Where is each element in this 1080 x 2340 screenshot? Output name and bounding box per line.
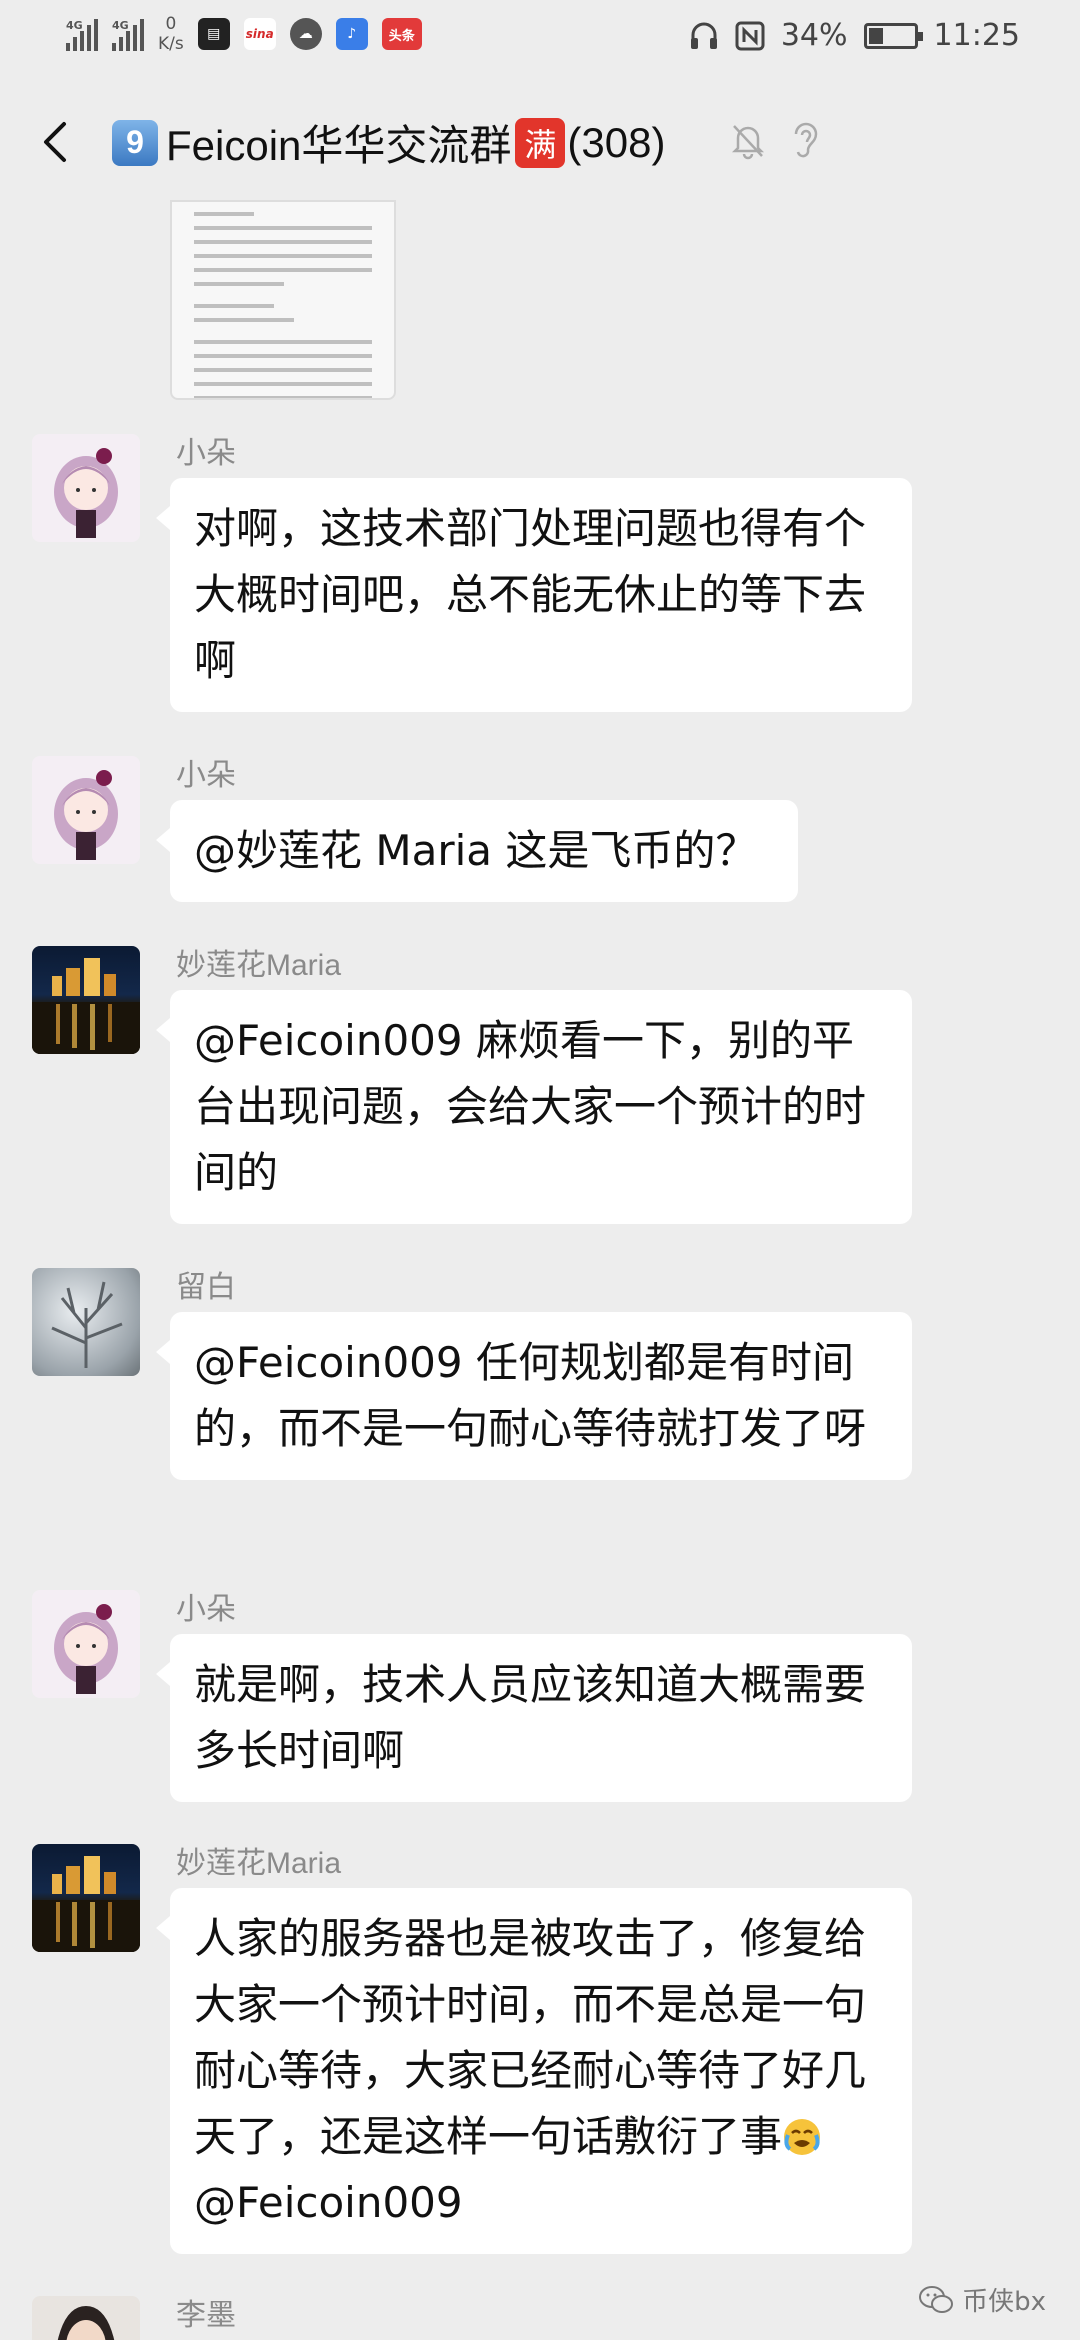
mute-bell-icon xyxy=(731,125,765,160)
clock: 11:25 xyxy=(933,18,1020,53)
sender-name: 留白 xyxy=(176,1271,236,1304)
message-bubble[interactable]: @Feicoin009 麻烦看一下，别的平台出现问题，会给大家一个预计的时间的 xyxy=(156,990,912,1224)
sender-name: 妙莲花Maria xyxy=(176,949,342,982)
ear-icon xyxy=(794,122,818,158)
sender-name: 小朵 xyxy=(176,759,236,792)
message-row: 小朵 就是啊，技术人员应该知道大概需要多长时间啊 xyxy=(0,1590,1080,1810)
keycap-emoji: 9 xyxy=(112,119,158,166)
speed-value: 0 xyxy=(165,14,177,34)
full-badge: 满 xyxy=(515,117,566,168)
girl-avatar[interactable] xyxy=(32,756,140,864)
message-row: 妙莲花Maria @Feicoin009 麻烦看一下，别的平台出现问题，会给大家… xyxy=(0,946,1080,1236)
message-row: 小朵 @妙莲花 Maria 这是飞币的？ xyxy=(0,756,1080,906)
group-name: Feicoin华华交流群 xyxy=(166,122,512,169)
status-bar-left: 4G 4G 0 K/s ▤ sina ☁ ♪ 头条 xyxy=(66,14,422,54)
wechat-icon xyxy=(919,2285,954,2313)
night-city-icon xyxy=(32,958,140,1054)
girl-avatar-icon xyxy=(54,1604,118,1694)
member-count: (308) xyxy=(567,118,666,166)
crying-face-emoji-icon xyxy=(784,2119,821,2155)
status-bar-right: 34% 11:25 xyxy=(689,18,1020,53)
signal-strength-2-icon: 4G xyxy=(112,17,144,51)
news-icon: ▤ xyxy=(197,18,230,50)
message-row: 小朵 对啊，这技术部门处理问题也得有个大概时间吧，总不能无休止的等下去啊 xyxy=(0,434,1080,724)
night-city-icon xyxy=(32,1856,140,1952)
message-text: 人家的服务器也是被攻击了，修复给大家一个预计时间，而不是总是一句耐心等待，大家已… xyxy=(194,1914,867,2161)
snow-tree-avatar[interactable] xyxy=(32,1268,140,1376)
back-arrow-icon[interactable] xyxy=(36,118,76,166)
sina-icon: sina xyxy=(243,18,276,50)
girl-avatar-icon xyxy=(54,770,118,860)
snow-tree-icon xyxy=(51,1281,123,1368)
speed-unit: K/s xyxy=(158,34,184,54)
battery-percent: 34% xyxy=(780,18,848,53)
network-speed: 0 K/s xyxy=(158,14,184,54)
night-city-avatar[interactable] xyxy=(32,946,140,1054)
mention: @Feicoin009 xyxy=(194,2178,463,2227)
nfc-icon xyxy=(735,21,765,50)
chat-header: 9 Feicoin华华交流群 满 (308) xyxy=(0,100,1080,184)
night-city-avatar[interactable] xyxy=(32,1844,140,1952)
network-type-2: 4G xyxy=(112,19,129,32)
watermark-text: 币侠bx xyxy=(962,2287,1046,2317)
girl-avatar[interactable] xyxy=(32,1590,140,1698)
headphones-icon xyxy=(690,22,717,49)
message-bubble[interactable]: @妙莲花 Maria 这是飞币的？ xyxy=(156,800,798,902)
image-message[interactable] xyxy=(170,200,396,400)
signal-strength-1-icon: 4G xyxy=(66,17,98,51)
sender-name: 李墨 xyxy=(176,2299,236,2332)
network-type-1: 4G xyxy=(66,19,83,32)
sina-label: sina xyxy=(245,27,274,41)
girl-avatar-icon xyxy=(54,448,118,538)
status-bar: 4G 4G 0 K/s ▤ sina ☁ ♪ 头条 34% 11:25 xyxy=(0,0,1080,72)
sender-name: 小朵 xyxy=(176,1593,236,1626)
sender-name: 妙莲花Maria xyxy=(176,1847,342,1880)
watermark: 币侠bx xyxy=(918,2281,1046,2318)
message-bubble[interactable]: 对啊，这技术部门处理问题也得有个大概时间吧，总不能无休止的等下去啊 xyxy=(156,478,912,712)
girl-avatar[interactable] xyxy=(32,434,140,542)
cloud-icon: ☁ xyxy=(289,18,322,50)
toutiao-icon: 头条 xyxy=(381,18,422,50)
chat-title: 9 Feicoin华华交流群 满 (308) xyxy=(112,112,665,173)
message-bubble[interactable]: @Feicoin009 任何规划都是有时间的，而不是一句耐心等待就打发了呀 xyxy=(156,1312,912,1480)
message-row: 留白 @Feicoin009 任何规划都是有时间的，而不是一句耐心等待就打发了呀 xyxy=(0,1268,1080,1558)
battery-icon xyxy=(863,22,923,49)
message-row: 妙莲花Maria 人家的服务器也是被攻击了，修复给大家一个预计时间，而不是总是一… xyxy=(0,1844,1080,2264)
sender-name: 小朵 xyxy=(176,437,236,470)
woman-avatar-icon xyxy=(57,2306,115,2340)
message-bubble[interactable]: 就是啊，技术人员应该知道大概需要多长时间啊 xyxy=(156,1634,912,1802)
battery-fill xyxy=(868,27,884,44)
woman-avatar[interactable] xyxy=(32,2296,140,2340)
message-bubble[interactable]: 人家的服务器也是被攻击了，修复给大家一个预计时间，而不是总是一句耐心等待，大家已… xyxy=(156,1888,912,2254)
music-icon: ♪ xyxy=(335,18,368,50)
toutiao-label: 头条 xyxy=(388,28,415,44)
